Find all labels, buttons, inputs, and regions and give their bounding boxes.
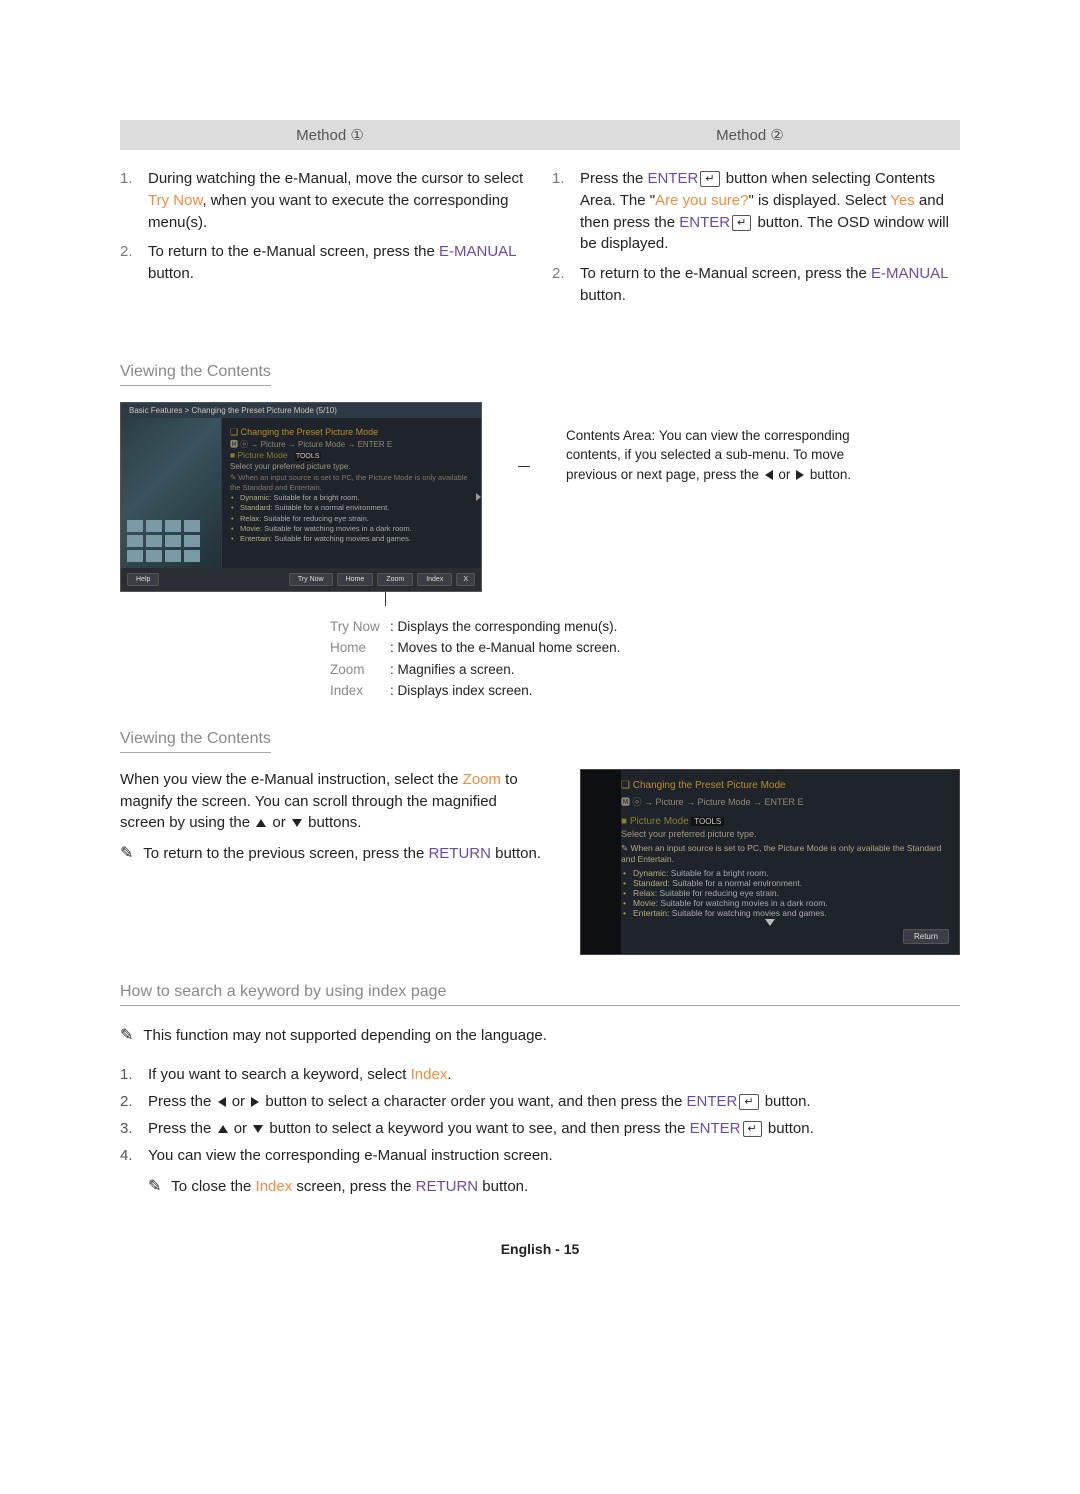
zoom-h1: ❑ Changing the Preset Picture Mode: [621, 780, 947, 791]
mock-zoom-button[interactable]: Zoom: [377, 573, 413, 586]
index-step-3: 3. Press the or button to select a keywo…: [120, 1115, 960, 1142]
zoom-sub: ■ Picture Mode: [621, 816, 689, 827]
index-step-2: 2. Press the or button to select a chara…: [120, 1088, 960, 1115]
mock-footer: Help Try Now Home Zoom Index X: [121, 568, 481, 591]
down-arrow-icon: [253, 1125, 263, 1133]
mock-help-button[interactable]: Help: [127, 573, 159, 586]
mock-try-button[interactable]: Try Now: [289, 573, 333, 586]
method-header-row: Method ① Method ②: [120, 120, 960, 150]
mock-h1: ❑ Changing the Preset Picture Mode: [230, 426, 473, 438]
zoom-list-item: Relax: Suitable for reducing eye strain.: [633, 888, 947, 898]
mock-emanual-screen: Basic Features > Changing the Preset Pic…: [120, 402, 482, 592]
mock-hint: Select your preferred picture type.: [230, 462, 473, 473]
mock-content-area: ❑ Changing the Preset Picture Mode 🅼 ⓞ →…: [221, 418, 481, 568]
mock-zoom-screen: ❑ Changing the Preset Picture Mode 🅼 ⓞ →…: [580, 769, 960, 955]
mock-home-button[interactable]: Home: [337, 573, 374, 586]
zoom-return-button[interactable]: Return: [903, 929, 949, 944]
mock-index-button[interactable]: Index: [417, 573, 452, 586]
mock-list-item: Dynamic: Suitable for a bright room.: [240, 493, 473, 503]
method2-step1: 1. Press the ENTER↵ button when selectin…: [552, 168, 960, 255]
down-arrow-icon: [292, 819, 302, 827]
note-icon: To return to the previous screen, press …: [120, 842, 546, 865]
content-area-note: Contents Area: You can view the correspo…: [566, 426, 856, 485]
right-arrow-icon: [251, 1097, 259, 1107]
mock-note: ✎ When an input source is set to PC, the…: [230, 473, 473, 493]
up-arrow-icon: [218, 1125, 228, 1133]
step-number: 1.: [552, 168, 565, 190]
callout-line: [518, 466, 530, 467]
left-arrow-icon: [218, 1097, 226, 1107]
mock-tools-badge: TOOLS: [294, 452, 322, 461]
index-lang-note: This function may not supported dependin…: [143, 1027, 547, 1044]
method-1-header: Method ①: [120, 120, 540, 150]
enter-icon: ↵: [700, 171, 719, 187]
index-step-1: 1. If you want to search a keyword, sele…: [120, 1061, 960, 1088]
mock-list-item: Entertain: Suitable for watching movies …: [240, 534, 473, 544]
method-body: 1. During watching the e-Manual, move th…: [120, 168, 960, 335]
mock-close-button[interactable]: X: [456, 573, 475, 586]
zoom-list-item: Standard: Suitable for a normal environm…: [633, 878, 947, 888]
step-number: 2.: [552, 263, 565, 285]
page-number: English - 15: [120, 1241, 960, 1257]
zoom-list-item: Dynamic: Suitable for a bright room.: [633, 868, 947, 878]
enter-icon: ↵: [739, 1094, 758, 1110]
zoom-list-item: Entertain: Suitable for watching movies …: [633, 908, 947, 918]
step-number: 1.: [120, 168, 133, 190]
mock-path: 🅼 ⓞ → Picture → Picture Mode → ENTER E: [230, 440, 392, 449]
up-arrow-icon: [256, 819, 266, 827]
method-2-col: 1. Press the ENTER↵ button when selectin…: [552, 168, 960, 335]
zoom-note: ✎ When an input source is set to PC, the…: [621, 843, 947, 864]
method-2-header: Method ②: [540, 120, 960, 150]
zoom-text: When you view the e-Manual instruction, …: [120, 769, 546, 865]
footer-explanation: Try Now: Displays the corresponding menu…: [330, 616, 960, 702]
zoom-path: 🅼 ⓞ → Picture → Picture Mode → ENTER E: [621, 795, 947, 808]
enter-icon: ↵: [732, 215, 751, 231]
zoom-list-item: Movie: Suitable for watching movies in a…: [633, 898, 947, 908]
mock-sub: ■ Picture Mode: [230, 450, 288, 460]
method1-step1: 1. During watching the e-Manual, move th…: [120, 168, 528, 233]
step-number: 2.: [120, 241, 133, 263]
section-viewing-1: Viewing the Contents: [120, 363, 271, 386]
mock-breadcrumb: Basic Features > Changing the Preset Pic…: [121, 403, 481, 418]
method1-step2: 2. To return to the e-Manual screen, pre…: [120, 241, 528, 285]
mock-thumbnail: [121, 418, 221, 568]
next-page-arrow-icon: [476, 493, 481, 501]
left-arrow-icon: [765, 470, 773, 480]
enter-icon: ↵: [743, 1121, 762, 1137]
scroll-down-icon: [765, 919, 775, 926]
section-viewing-2: Viewing the Contents: [120, 730, 271, 753]
mock-list-item: Standard: Suitable for a normal environm…: [240, 503, 473, 513]
callout-connector: [385, 592, 386, 606]
right-arrow-icon: [796, 470, 804, 480]
mock-list-item: Movie: Suitable for watching movies in a…: [240, 524, 473, 534]
method2-step2: 2. To return to the e-Manual screen, pre…: [552, 263, 960, 307]
zoom-hint: Select your preferred picture type.: [621, 829, 947, 839]
note-icon: [120, 1027, 139, 1044]
method-1-col: 1. During watching the e-Manual, move th…: [120, 168, 528, 335]
index-step-4: 4. You can view the corresponding e-Manu…: [120, 1142, 960, 1169]
note-icon: [148, 1178, 167, 1195]
zoom-tools-badge: TOOLS: [691, 817, 724, 826]
section-index-search: How to search a keyword by using index p…: [120, 983, 960, 1006]
mock-list-item: Relax: Suitable for reducing eye strain.: [240, 514, 473, 524]
index-steps: 1. If you want to search a keyword, sele…: [120, 1061, 960, 1169]
